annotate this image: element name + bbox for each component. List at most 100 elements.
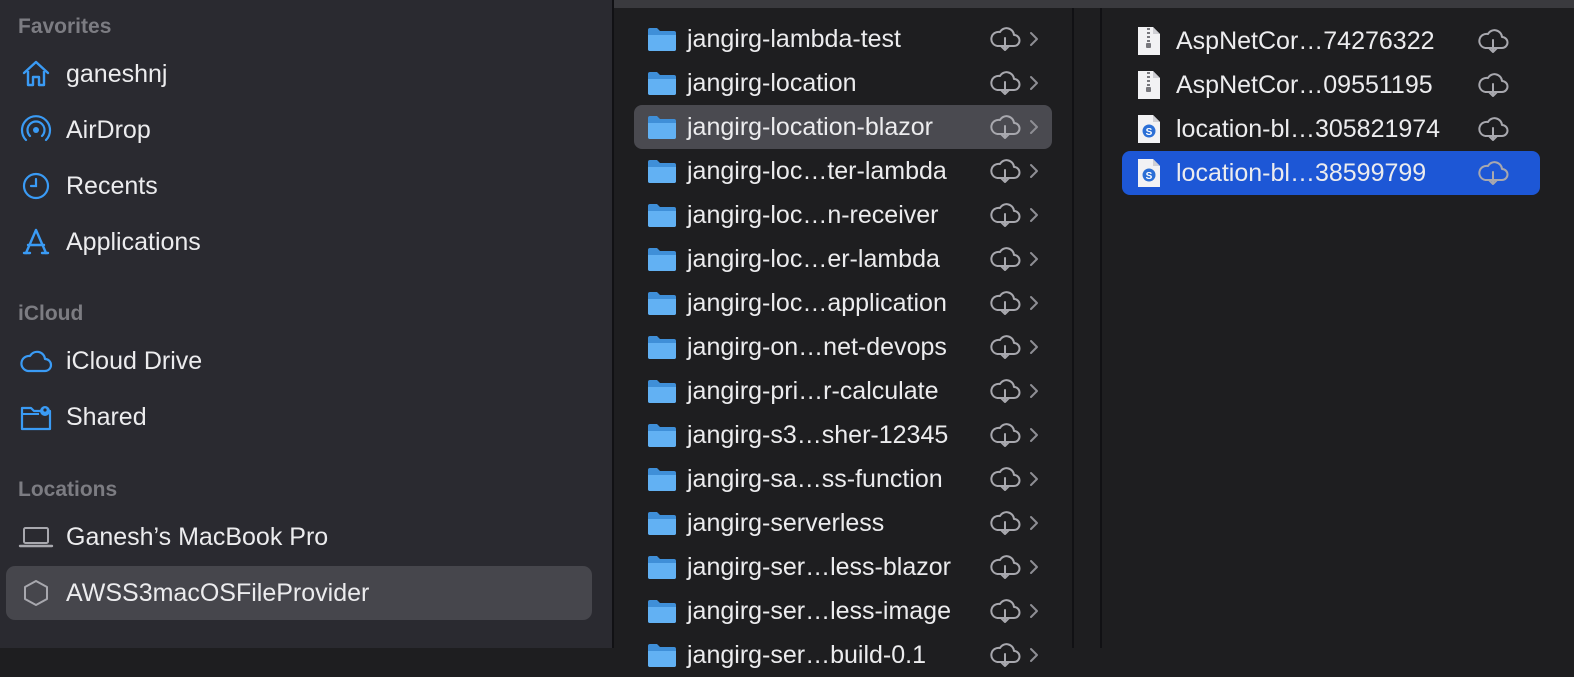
cloud-download-icon[interactable] <box>989 642 1021 668</box>
folder-name: jangirg-serverless <box>687 508 885 537</box>
chevron-right-icon <box>1028 645 1040 665</box>
folder-name: jangirg-loc…application <box>687 288 947 317</box>
sidebar-item-label: Shared <box>66 402 147 431</box>
chevron-right-icon <box>1028 249 1040 269</box>
sidebar-item-shared[interactable]: Shared <box>6 390 592 444</box>
sidebar-item-label: iCloud Drive <box>66 346 203 375</box>
icloud-section-title: iCloud <box>18 302 84 325</box>
chevron-right-icon <box>1028 381 1040 401</box>
cloud-icon <box>18 343 54 379</box>
folder-row[interactable]: jangirg-loc…n-receiver <box>634 193 1052 237</box>
column-spacer <box>1074 8 1100 648</box>
folder-icon <box>647 466 677 492</box>
cloud-download-icon[interactable] <box>989 334 1021 360</box>
cloud-download-icon[interactable] <box>1477 28 1509 54</box>
folder-row[interactable]: jangirg-on…net-devops <box>634 325 1052 369</box>
folder-name: jangirg-ser…build-0.1 <box>687 640 927 669</box>
script-file-icon: S <box>1136 114 1162 144</box>
folder-name: jangirg-ser…less-blazor <box>687 552 951 581</box>
folder-name: jangirg-on…net-devops <box>687 332 947 361</box>
file-row[interactable]: AspNetCor…74276322 <box>1122 19 1540 63</box>
chevron-right-icon <box>1028 161 1040 181</box>
folder-row[interactable]: jangirg-ser…less-blazor <box>634 545 1052 589</box>
clock-icon <box>18 168 54 204</box>
folder-icon <box>647 202 677 228</box>
folder-row[interactable]: jangirg-serverless <box>634 501 1052 545</box>
folder-name: jangirg-location <box>687 68 857 97</box>
folder-icon <box>647 598 677 624</box>
file-row[interactable]: Slocation-bl…305821974 <box>1122 107 1540 151</box>
cloud-download-icon[interactable] <box>989 114 1021 140</box>
cloud-download-icon[interactable] <box>989 290 1021 316</box>
file-name: location-bl…305821974 <box>1176 114 1441 143</box>
cloud-download-icon[interactable] <box>989 158 1021 184</box>
folder-icon <box>647 510 677 536</box>
sidebar: Favorites ganeshnj AirDrop Recents Appli… <box>0 0 612 648</box>
sidebar-item-recents[interactable]: Recents <box>6 159 592 213</box>
sidebar-item-applications[interactable]: Applications <box>6 215 592 269</box>
cloud-download-icon[interactable] <box>1477 116 1509 142</box>
file-name: AspNetCor…74276322 <box>1176 26 1435 55</box>
svg-text:S: S <box>1146 171 1153 182</box>
folder-row[interactable]: jangirg-lambda-test <box>634 17 1052 61</box>
cloud-download-icon[interactable] <box>1477 160 1509 186</box>
folder-row[interactable]: jangirg-s3…sher-12345 <box>634 413 1052 457</box>
cloud-download-icon[interactable] <box>989 26 1021 52</box>
hexagon-icon <box>18 575 54 611</box>
cloud-download-icon[interactable] <box>989 246 1021 272</box>
folder-row[interactable]: jangirg-loc…ter-lambda <box>634 149 1052 193</box>
chevron-right-icon <box>1028 73 1040 93</box>
cloud-download-icon[interactable] <box>989 378 1021 404</box>
sidebar-item-label: Ganesh’s MacBook Pro <box>66 522 329 551</box>
folder-name: jangirg-loc…n-receiver <box>687 200 939 229</box>
folder-icon <box>647 246 677 272</box>
favorites-section-title: Favorites <box>18 15 112 38</box>
cloud-download-icon[interactable] <box>1477 72 1509 98</box>
sidebar-item-ganeshnj[interactable]: ganeshnj <box>6 47 592 101</box>
chevron-right-icon <box>1028 293 1040 313</box>
sidebar-item-awss3-file-provider[interactable]: AWSS3macOSFileProvider <box>6 566 592 620</box>
folder-icon <box>647 158 677 184</box>
sidebar-item-icloud-drive[interactable]: iCloud Drive <box>6 334 592 388</box>
folder-name: jangirg-ser…less-image <box>687 596 951 625</box>
chevron-right-icon <box>1028 469 1040 489</box>
file-row[interactable]: AspNetCor…09551195 <box>1122 63 1540 107</box>
folder-icon <box>647 642 677 668</box>
folder-row[interactable]: jangirg-sa…ss-function <box>634 457 1052 501</box>
folder-name: jangirg-loc…ter-lambda <box>687 156 947 185</box>
folder-name: jangirg-loc…er-lambda <box>687 244 940 273</box>
folder-row[interactable]: jangirg-location <box>634 61 1052 105</box>
cloud-download-icon[interactable] <box>989 202 1021 228</box>
folder-icon <box>647 290 677 316</box>
folder-row[interactable]: jangirg-loc…application <box>634 281 1052 325</box>
folder-icon <box>647 334 677 360</box>
cloud-download-icon[interactable] <box>989 554 1021 580</box>
folder-name: jangirg-sa…ss-function <box>687 464 943 493</box>
chevron-right-icon <box>1028 205 1040 225</box>
cloud-download-icon[interactable] <box>989 422 1021 448</box>
cloud-download-icon[interactable] <box>989 70 1021 96</box>
sidebar-item-label: ganeshnj <box>66 59 168 88</box>
file-name: AspNetCor…09551195 <box>1176 70 1433 99</box>
sidebar-item-macbook-pro[interactable]: Ganesh’s MacBook Pro <box>6 510 592 564</box>
folder-row[interactable]: jangirg-pri…r-calculate <box>634 369 1052 413</box>
folder-row[interactable]: jangirg-location-blazor <box>634 105 1052 149</box>
folder-row[interactable]: jangirg-loc…er-lambda <box>634 237 1052 281</box>
sidebar-item-airdrop[interactable]: AirDrop <box>6 103 592 157</box>
folder-icon <box>647 70 677 96</box>
airdrop-icon <box>18 112 54 148</box>
file-row[interactable]: Slocation-bl…38599799 <box>1122 151 1540 195</box>
cloud-download-icon[interactable] <box>989 598 1021 624</box>
folder-row[interactable]: jangirg-ser…less-image <box>634 589 1052 633</box>
cloud-download-icon[interactable] <box>989 510 1021 536</box>
folder-row[interactable]: jangirg-ser…build-0.1 <box>634 633 1052 677</box>
sidebar-item-label: AWSS3macOSFileProvider <box>66 578 370 607</box>
chevron-right-icon <box>1028 425 1040 445</box>
sidebar-item-label: AirDrop <box>66 115 151 144</box>
chevron-right-icon <box>1028 513 1040 533</box>
chevron-right-icon <box>1028 117 1040 137</box>
cloud-download-icon[interactable] <box>989 466 1021 492</box>
applications-icon <box>18 224 54 260</box>
folder-name: jangirg-location-blazor <box>687 112 933 141</box>
sidebar-item-label: Recents <box>66 171 158 200</box>
